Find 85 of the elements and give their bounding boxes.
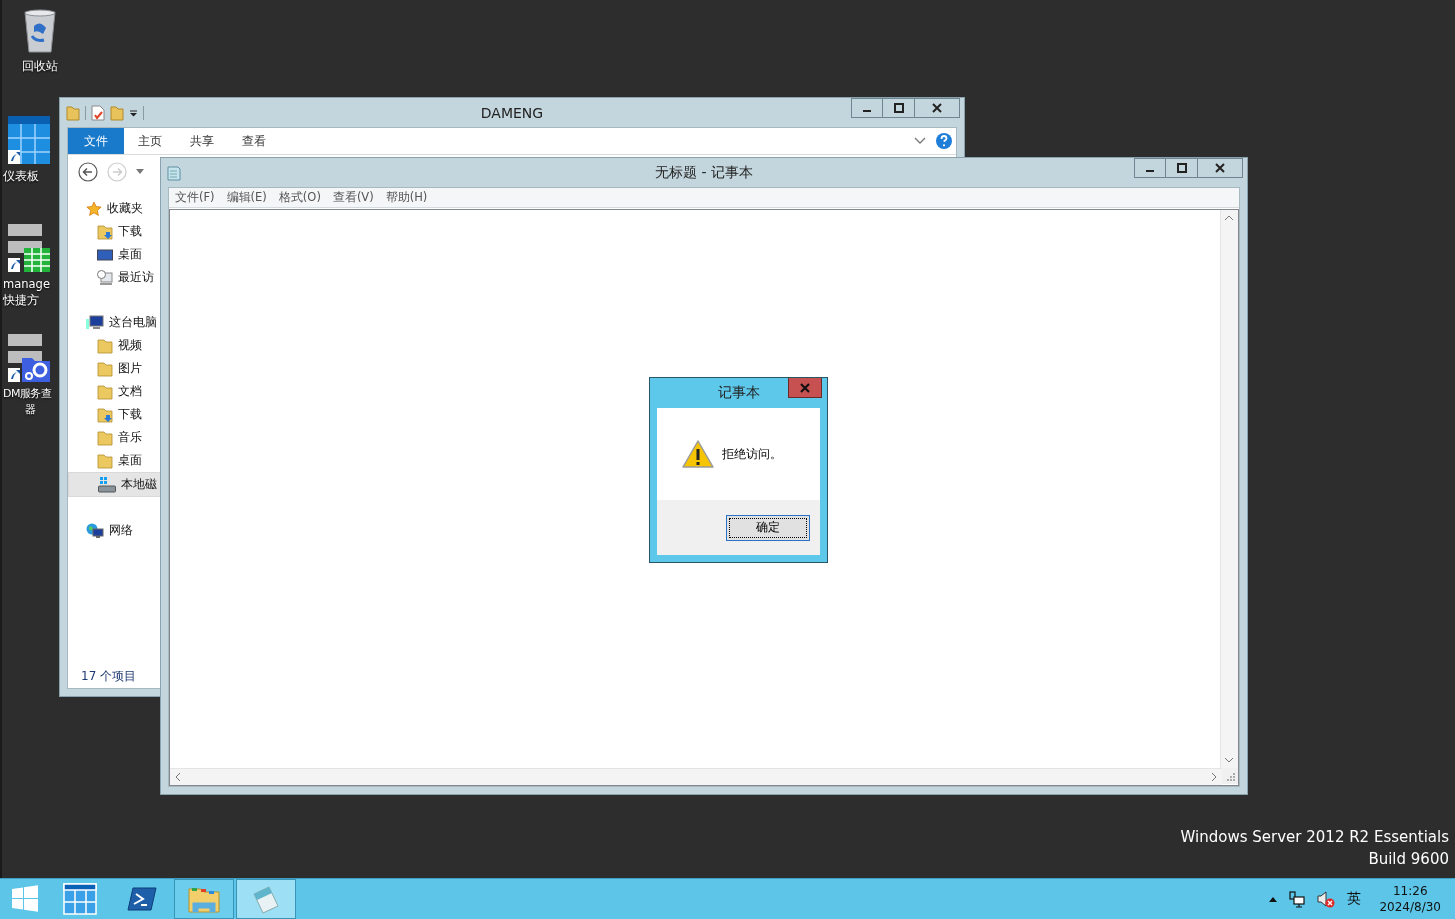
document-check-icon[interactable]	[91, 104, 105, 121]
vertical-scrollbar[interactable]	[1220, 210, 1238, 768]
network-icon[interactable]	[1289, 890, 1306, 908]
warning-icon	[682, 440, 714, 468]
show-hidden-icons-icon[interactable]	[1269, 896, 1278, 902]
minimize-icon	[863, 110, 871, 112]
nav-item[interactable]: 本地磁	[68, 472, 161, 497]
grid-icon	[63, 883, 97, 915]
recycle-bin-icon[interactable]	[22, 8, 58, 54]
nav-item[interactable]: 文档	[68, 380, 161, 403]
nav-item[interactable]: 收藏夹	[68, 197, 161, 220]
minimize-icon	[1146, 170, 1154, 172]
notepad-icon	[251, 884, 281, 914]
nav-item[interactable]: 下载	[68, 403, 161, 426]
menu-item[interactable]: 文件(F)	[175, 190, 215, 205]
folder-icon	[97, 337, 113, 354]
desktop-icon-label: 器	[24, 402, 36, 418]
maximize-icon	[893, 103, 904, 113]
notepad-icon	[167, 164, 181, 181]
close-icon	[800, 382, 810, 393]
network-icon	[86, 522, 104, 539]
clock-time[interactable]: 11:26	[1392, 883, 1428, 899]
menu-item[interactable]: 格式(O)	[278, 190, 321, 205]
volume-icon[interactable]	[1317, 890, 1336, 908]
horizontal-scrollbar[interactable]	[170, 768, 1222, 785]
folder-icon	[97, 429, 113, 446]
menu-item[interactable]: 编辑(E)	[226, 190, 267, 205]
download-folder-icon	[97, 406, 113, 423]
minimize-button[interactable]	[1134, 158, 1166, 178]
close-button[interactable]	[1198, 158, 1243, 178]
close-icon	[1215, 163, 1225, 173]
star-icon	[86, 200, 102, 217]
window-title: DAMENG	[480, 104, 544, 121]
windows-logo-icon	[11, 885, 39, 913]
nav-item[interactable]: 下载	[68, 220, 161, 243]
close-button[interactable]	[788, 378, 822, 398]
os-watermark: Windows Server 2012 R2 Essentials	[1180, 827, 1449, 848]
computer-icon	[86, 314, 104, 331]
window-title: 无标题 - 记事本	[655, 163, 753, 182]
desktop-icon-label: 仪表板	[3, 168, 39, 184]
nav-item[interactable]: 最近访	[68, 266, 161, 289]
help-icon[interactable]	[936, 133, 952, 149]
desktop-icon-label: 快捷方	[3, 292, 39, 308]
dialog-title: 记事本	[717, 384, 760, 402]
drive-icon	[98, 476, 116, 493]
folder-icon	[97, 383, 113, 400]
resize-grip-icon[interactable]	[1222, 768, 1238, 784]
chevron-down-icon[interactable]	[914, 137, 926, 145]
input-method-indicator[interactable]: 英	[1347, 890, 1362, 908]
nav-item[interactable]: 这台电脑	[68, 311, 161, 334]
terminal-icon	[127, 886, 157, 912]
table-shortcut-icon[interactable]	[8, 224, 50, 272]
monitor-icon	[97, 246, 113, 263]
recent-places-icon	[97, 269, 113, 286]
maximize-button[interactable]	[883, 98, 915, 118]
gear-shortcut-icon[interactable]	[8, 334, 50, 382]
dialog-message: 拒绝访问。	[722, 445, 782, 463]
dropdown-icon[interactable]	[129, 108, 138, 117]
desktop-icon-label: DM服务查	[3, 386, 52, 402]
folder-icon	[97, 360, 113, 377]
download-folder-icon	[97, 223, 113, 240]
ribbon-tab[interactable]: 文件	[68, 128, 124, 154]
nav-item[interactable]: 视频	[68, 334, 161, 357]
clock-date[interactable]: 2024/8/30	[1379, 899, 1441, 915]
desktop-icon-label: 回收站	[22, 58, 58, 74]
os-watermark: Build 9600	[1368, 849, 1449, 870]
menu-item[interactable]: 查看(V)	[332, 190, 374, 205]
nav-item[interactable]: 图片	[68, 357, 161, 380]
taskbar-button[interactable]	[236, 879, 296, 919]
dropdown-arrow-icon[interactable]	[136, 169, 144, 175]
close-icon	[932, 103, 942, 113]
nav-item[interactable]: 桌面	[68, 243, 161, 266]
nav-item[interactable]: 音乐	[68, 426, 161, 449]
desktop-icon-label: manage	[3, 276, 50, 292]
folder-icon	[97, 452, 113, 469]
dashboard-icon[interactable]	[8, 116, 50, 164]
minimize-button[interactable]	[851, 98, 883, 118]
close-button[interactable]	[915, 98, 960, 118]
nav-item[interactable]: 网络	[68, 519, 161, 542]
maximize-button[interactable]	[1166, 158, 1198, 178]
nav-item[interactable]: 桌面	[68, 449, 161, 472]
ok-button[interactable]: 确定	[726, 514, 810, 541]
status-text: 17 个项目	[81, 667, 137, 685]
menu-item[interactable]: 帮助(H)	[385, 190, 428, 205]
maximize-icon	[1176, 163, 1187, 173]
